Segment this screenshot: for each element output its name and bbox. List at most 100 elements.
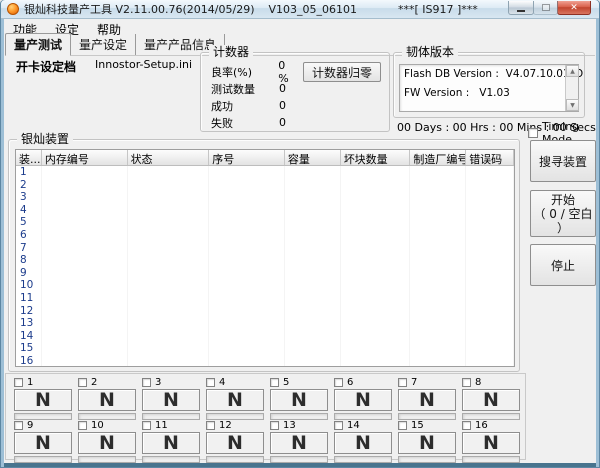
- table-row[interactable]: 11: [16, 292, 514, 305]
- slot-checkbox[interactable]: [142, 378, 151, 387]
- scroll-up-icon[interactable]: ▲: [566, 65, 579, 77]
- slot-panel: 1 N 2 N 3 N: [5, 373, 526, 460]
- slot-checkbox[interactable]: [78, 421, 87, 430]
- slot-checkbox[interactable]: [270, 421, 279, 430]
- cell-bad-blocks: [341, 305, 411, 318]
- table-row[interactable]: 5: [16, 216, 514, 229]
- slot-checkbox[interactable]: [14, 421, 23, 430]
- slot-checkbox[interactable]: [334, 421, 343, 430]
- slot-checkbox[interactable]: [270, 378, 279, 387]
- slot-checkbox[interactable]: [462, 378, 471, 387]
- table-row[interactable]: 16: [16, 355, 514, 367]
- firmware-group-title: 韧体版本: [402, 45, 458, 59]
- search-devices-button[interactable]: 搜寻装置: [530, 140, 596, 182]
- cell-port: 15: [16, 342, 42, 355]
- counter-label: 良率(%): [211, 64, 268, 80]
- table-row[interactable]: 13: [16, 317, 514, 330]
- tab-production-settings[interactable]: 量产设定: [71, 34, 136, 55]
- slot-number: 9: [27, 420, 33, 431]
- minimize-button[interactable]: [508, 1, 534, 15]
- cell-bad-blocks: [341, 216, 411, 229]
- cell-bad-blocks: [341, 292, 411, 305]
- table-row[interactable]: 12: [16, 305, 514, 318]
- cell-vendor-id: [410, 330, 466, 343]
- table-row[interactable]: 15: [16, 342, 514, 355]
- cell-serial: [209, 317, 285, 330]
- column-header[interactable]: 装...: [16, 150, 42, 165]
- slot-header: 1: [14, 376, 72, 388]
- cell-capacity: [285, 279, 341, 292]
- table-row[interactable]: 9: [16, 267, 514, 280]
- cell-error-code: [466, 216, 514, 229]
- cell-port: 13: [16, 317, 42, 330]
- table-row[interactable]: 7: [16, 242, 514, 255]
- slot-checkbox[interactable]: [398, 421, 407, 430]
- slot-checkbox[interactable]: [334, 378, 343, 387]
- slot-checkbox[interactable]: [78, 378, 87, 387]
- cell-capacity: [285, 179, 341, 192]
- tab-production-test[interactable]: 量产测试: [5, 33, 71, 56]
- counter-reset-button[interactable]: 计数器归零: [303, 62, 381, 82]
- firmware-info-box: Flash DB Version : V4.07.10.01_O FW Vers…: [399, 64, 579, 112]
- column-header[interactable]: 错误码: [466, 150, 514, 165]
- column-header[interactable]: 状态: [128, 150, 210, 165]
- cell-port: 2: [16, 179, 42, 192]
- column-header[interactable]: 制造厂编号/产...: [410, 150, 466, 165]
- cell-error-code: [466, 204, 514, 217]
- slot-checkbox[interactable]: [206, 378, 215, 387]
- scroll-down-icon[interactable]: ▼: [566, 99, 579, 111]
- slot-header: 9: [14, 419, 72, 431]
- start-button[interactable]: 开始 （ 0 / 空白 ）: [530, 190, 596, 237]
- scrollbar[interactable]: ▲ ▼: [565, 65, 578, 111]
- slot-checkbox[interactable]: [142, 421, 151, 430]
- table-row[interactable]: 2: [16, 179, 514, 192]
- table-row[interactable]: 10: [16, 279, 514, 292]
- cell-status: [128, 355, 210, 367]
- table-row[interactable]: 3: [16, 191, 514, 204]
- table-row[interactable]: 6: [16, 229, 514, 242]
- counter-row: 测试数量 0: [211, 80, 299, 97]
- table-row[interactable]: 1: [16, 166, 514, 179]
- cell-status: [128, 267, 210, 280]
- start-button-line1: 开始: [551, 193, 575, 207]
- column-header[interactable]: 内存编号: [42, 150, 128, 165]
- column-header[interactable]: 容量: [285, 150, 341, 165]
- cell-memory-id: [42, 317, 128, 330]
- cell-vendor-id: [410, 355, 466, 367]
- column-header[interactable]: 序号: [209, 150, 285, 165]
- slot-checkbox[interactable]: [398, 378, 407, 387]
- slot: 11 N: [139, 419, 203, 461]
- slot-header: 13: [270, 419, 328, 431]
- config-file-label: 开卡设定档: [16, 58, 76, 75]
- slot-progress-bar: [14, 456, 72, 463]
- slot-status: N: [142, 389, 200, 411]
- slot-checkbox[interactable]: [14, 378, 23, 387]
- slot-progress-bar: [334, 456, 392, 463]
- cell-error-code: [466, 305, 514, 318]
- table-row[interactable]: 8: [16, 254, 514, 267]
- slot: 3 N: [139, 376, 203, 418]
- slot-checkbox[interactable]: [462, 421, 471, 430]
- counter-value: 0: [269, 99, 286, 112]
- table-row[interactable]: 4: [16, 204, 514, 217]
- table-row[interactable]: 14: [16, 330, 514, 343]
- slot-status: N: [206, 432, 264, 454]
- stop-button[interactable]: 停止: [530, 244, 596, 286]
- cell-memory-id: [42, 166, 128, 179]
- cell-error-code: [466, 355, 514, 367]
- cell-memory-id: [42, 204, 128, 217]
- column-header[interactable]: 坏块数量: [341, 150, 411, 165]
- timing-mode-checkbox[interactable]: [528, 128, 538, 138]
- slot: 8 N: [459, 376, 523, 418]
- cell-serial: [209, 204, 285, 217]
- device-table-body: 1 2: [16, 166, 514, 367]
- slot: 14 N: [331, 419, 395, 461]
- cell-serial: [209, 355, 285, 367]
- slot-status: N: [398, 389, 456, 411]
- cell-vendor-id: [410, 342, 466, 355]
- cell-capacity: [285, 166, 341, 179]
- cell-serial: [209, 179, 285, 192]
- close-button[interactable]: ✕: [557, 1, 591, 15]
- slot-checkbox[interactable]: [206, 421, 215, 430]
- cell-error-code: [466, 317, 514, 330]
